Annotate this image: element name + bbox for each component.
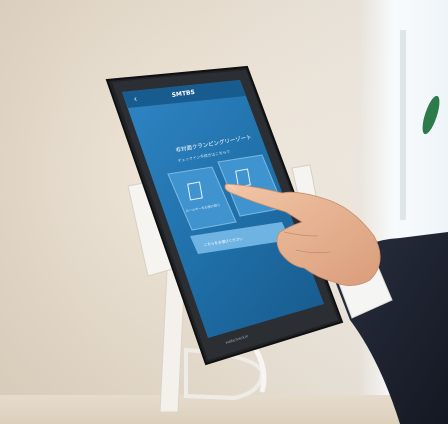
photo-scene: ‹ SMTBS 非対面クランピングリーゾート チェックイン手続きはこちらで ルー… (0, 0, 448, 424)
scene-svg: ‹ SMTBS 非対面クランピングリーゾート チェックイン手続きはこちらで ルー… (105, 65, 448, 424)
